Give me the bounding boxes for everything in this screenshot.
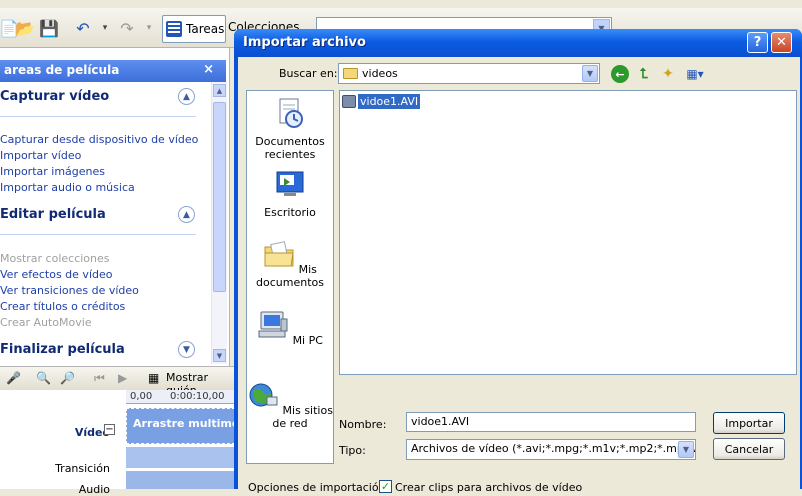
look-in-value: videos [362, 67, 398, 80]
audio-track[interactable] [126, 470, 240, 489]
dialog-title: Importar archivo [243, 35, 366, 50]
desktop-icon [276, 171, 304, 196]
tasks-button[interactable]: Tareas [162, 15, 226, 43]
create-clips-label: Crear clips para archivos de vídeo [395, 481, 583, 494]
task-link-import-audio[interactable]: Importar audio o música [0, 181, 135, 194]
look-in-select[interactable]: videos ▼ [338, 63, 600, 84]
zoom-out-icon[interactable]: 🔎 [60, 371, 75, 385]
chevron-down-icon[interactable]: ▼ [582, 65, 598, 82]
chevron-down-icon[interactable]: ▼ [178, 341, 195, 358]
task-link-automovie: Crear AutoMovie [0, 316, 92, 329]
folder-icon [343, 68, 358, 79]
import-options-label: Opciones de importación: [248, 481, 390, 494]
task-link-show-collections: Mostrar colecciones [0, 252, 110, 265]
narrate-microphone-icon[interactable]: 🎤 [6, 371, 21, 385]
up-folder-icon[interactable]: ⮤ [635, 65, 653, 83]
place-label: Mis sitios de red [272, 404, 333, 430]
timeline-ruler: 0,00 0:00:10,00 [126, 390, 240, 404]
section-title-edit[interactable]: Editar película [0, 207, 106, 222]
network-places-icon [249, 383, 278, 407]
play-icon[interactable]: ▶ [118, 371, 127, 385]
task-link-import-images[interactable]: Importar imágenes [0, 165, 105, 178]
place-recent-documents[interactable]: Documentos recientes [247, 97, 333, 161]
save-project-icon[interactable]: 💾 [36, 15, 62, 41]
zoom-in-icon[interactable]: 🔍 [36, 371, 51, 385]
file-list[interactable]: vidoe1.AVI [339, 90, 797, 375]
tasks-button-label: Tareas [186, 22, 225, 36]
place-network[interactable]: Mis sitios de red [247, 379, 333, 430]
tasks-scrollbar[interactable]: ▲ ▼ [211, 82, 227, 364]
my-computer-icon [258, 311, 288, 338]
close-icon[interactable]: × [203, 62, 214, 77]
new-folder-icon[interactable]: ✦ [659, 65, 677, 83]
close-icon[interactable]: ✕ [771, 32, 792, 53]
type-label: Tipo: [339, 444, 366, 457]
video-track[interactable]: Arrastre multimedia [126, 408, 240, 444]
help-icon[interactable]: ? [747, 32, 768, 53]
task-link-titles-credits[interactable]: Crear títulos o créditos [0, 300, 125, 313]
scrollbar-thumb[interactable] [213, 102, 226, 292]
type-value: Archivos de vídeo (*.avi;*.mpg;*.m1v;*.m… [411, 442, 695, 455]
section-divider [0, 234, 196, 235]
rewind-icon[interactable]: ⏮ [94, 371, 105, 386]
back-icon[interactable]: ← [611, 65, 629, 83]
task-link-capture-device[interactable]: Capturar desde dispositivo de vídeo [0, 133, 198, 146]
chevron-up-icon[interactable]: ▲ [178, 206, 195, 223]
place-label: Mi PC [292, 334, 323, 347]
places-bar: Documentos recientes Escritorio Mis docu… [246, 90, 334, 464]
filename-label: Nombre: [339, 418, 387, 431]
tasks-pane-title: areas de película [4, 63, 120, 77]
chevron-down-icon[interactable]: ▼ [678, 441, 694, 458]
tasks-pane-header: areas de película × [0, 60, 226, 82]
views-menu-icon[interactable]: ▦▾ [682, 65, 708, 83]
place-my-documents[interactable]: Mis documentos [247, 238, 333, 289]
place-label: Documentos recientes [255, 135, 325, 161]
storyboard-icon[interactable]: ▦ [148, 371, 159, 385]
task-link-video-effects[interactable]: Ver efectos de vídeo [0, 268, 112, 281]
redo-dropdown-icon[interactable]: ▾ [136, 15, 162, 41]
chevron-up-icon[interactable]: ▲ [178, 88, 195, 105]
movie-tasks-pane: areas de película × Capturar vídeo ▲ Cap… [0, 48, 230, 366]
my-documents-icon [264, 241, 294, 267]
track-label-transition: Transición [55, 462, 110, 475]
transition-track[interactable] [126, 446, 240, 468]
look-in-label: Buscar en: [279, 67, 338, 80]
place-desktop[interactable]: Escritorio [247, 168, 333, 219]
import-button[interactable]: Importar [713, 412, 785, 434]
file-item[interactable]: vidoe1.AVI [342, 94, 421, 109]
task-link-video-transitions[interactable]: Ver transiciones de vídeo [0, 284, 139, 297]
dialog-body: Buscar en: videos ▼ ← ⮤ ✦ ▦▾ Documentos … [238, 57, 800, 494]
ruler-mark: 0:00:10,00 [170, 391, 225, 402]
open-project-icon[interactable]: 📂 [12, 15, 38, 41]
type-select[interactable]: Archivos de vídeo (*.avi;*.mpg;*.m1v;*.m… [406, 439, 696, 460]
import-file-dialog: Importar archivo ? ✕ Buscar en: videos ▼… [234, 29, 802, 494]
video-track-placeholder: Arrastre multimedia [133, 417, 240, 430]
scroll-up-icon[interactable]: ▲ [213, 84, 226, 97]
menu-bar [0, 0, 802, 8]
video-file-icon [342, 95, 356, 108]
recent-documents-icon [279, 98, 303, 128]
ruler-start: 0,00 [130, 391, 153, 402]
dialog-title-bar[interactable]: Importar archivo ? ✕ [234, 29, 802, 57]
timeline: 0,00 0:00:10,00 Vídeo − Transición Audio… [0, 390, 240, 496]
track-label-audio: Audio [78, 483, 110, 496]
collapse-track-icon[interactable]: − [104, 424, 115, 435]
place-my-computer[interactable]: Mi PC [247, 309, 333, 347]
scroll-down-icon[interactable]: ▼ [213, 349, 226, 362]
tasks-icon [166, 21, 182, 37]
timeline-toolbar: 🎤 🔍 🔎 ⏮ ▶ ▦ Mostrar guión [0, 366, 240, 397]
section-title-finish[interactable]: Finalizar película [0, 342, 125, 357]
task-link-import-video[interactable]: Importar vídeo [0, 149, 81, 162]
section-divider [0, 116, 196, 117]
create-clips-checkbox[interactable]: ✓ [379, 480, 392, 493]
filename-input[interactable]: vidoe1.AVI [406, 412, 696, 432]
section-title-capture[interactable]: Capturar vídeo [0, 89, 109, 104]
cancel-button[interactable]: Cancelar [713, 438, 785, 460]
place-label: Escritorio [264, 206, 316, 219]
file-name: vidoe1.AVI [358, 94, 421, 109]
